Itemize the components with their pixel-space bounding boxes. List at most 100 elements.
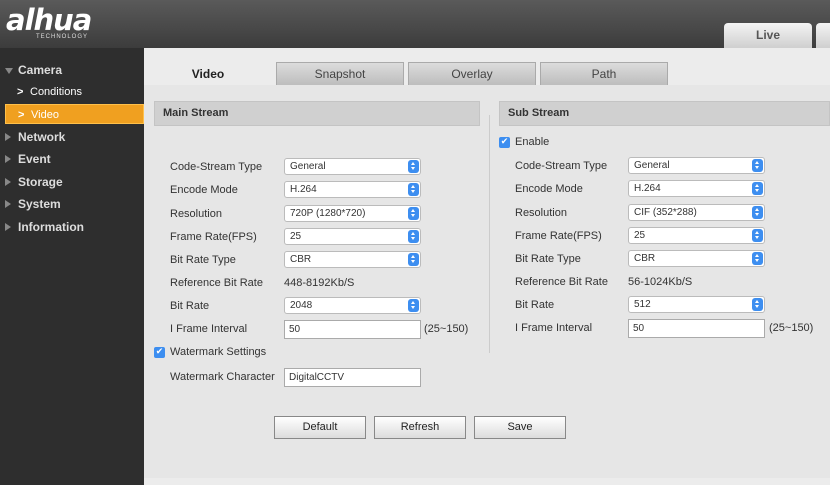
sidebar-item-label: Network bbox=[18, 130, 66, 144]
tab-video[interactable]: Video bbox=[144, 62, 272, 86]
sub-stream-title: Sub Stream bbox=[499, 101, 830, 126]
chevron-right-icon: > bbox=[17, 86, 24, 98]
main-code-stream-row: Code-Stream Type General bbox=[170, 158, 470, 178]
main-frame-rate-row: Frame Rate(FPS) 25 bbox=[170, 228, 470, 248]
sidebar-item-event[interactable]: Event bbox=[0, 152, 144, 168]
sidebar-item-conditions[interactable]: > Conditions bbox=[5, 82, 144, 102]
sub-frame-rate-select[interactable]: 25 bbox=[628, 227, 765, 244]
main-encode-mode-select[interactable]: H.264 bbox=[284, 181, 421, 198]
default-button[interactable]: Default bbox=[274, 416, 366, 439]
sub-reference-bit-rate-value: 56-1024Kb/S bbox=[628, 276, 693, 288]
field-label: Encode Mode bbox=[170, 184, 238, 196]
sub-bit-rate-row: Bit Rate 512 bbox=[515, 296, 815, 316]
caret-right-icon bbox=[5, 200, 11, 208]
sub-enable-checkbox[interactable]: ✔ bbox=[499, 137, 510, 148]
select-value: General bbox=[634, 160, 670, 171]
select-spinner-icon bbox=[408, 160, 419, 173]
sidebar-item-video[interactable]: > Video bbox=[5, 104, 144, 124]
main-bit-rate-type-row: Bit Rate Type CBR bbox=[170, 251, 470, 271]
main-reference-bit-rate-row: Reference Bit Rate 448-8192Kb/S bbox=[170, 274, 470, 294]
watermark-settings-label: Watermark Settings bbox=[170, 346, 267, 358]
sidebar-item-label: Storage bbox=[18, 175, 63, 189]
select-value: CBR bbox=[634, 253, 656, 264]
sub-iframe-row: I Frame Interval 50 (25~150) bbox=[515, 319, 825, 339]
main-reference-bit-rate-value: 448-8192Kb/S bbox=[284, 277, 355, 289]
tab-snapshot[interactable]: Snapshot bbox=[276, 62, 404, 85]
select-value: H.264 bbox=[634, 183, 661, 194]
main-frame-rate-select[interactable]: 25 bbox=[284, 228, 421, 245]
field-label: I Frame Interval bbox=[515, 322, 593, 334]
field-label: Bit Rate Type bbox=[515, 253, 581, 265]
refresh-button[interactable]: Refresh bbox=[374, 416, 466, 439]
main-stream-title: Main Stream bbox=[154, 101, 480, 126]
select-spinner-icon bbox=[752, 252, 763, 265]
sidebar-item-information[interactable]: Information bbox=[0, 220, 144, 236]
caret-down-icon bbox=[5, 68, 13, 74]
select-value: General bbox=[290, 161, 326, 172]
sub-iframe-range: (25~150) bbox=[769, 322, 814, 334]
main-iframe-input[interactable]: 50 bbox=[284, 320, 421, 339]
main-bit-rate-select[interactable]: 2048 bbox=[284, 297, 421, 314]
stream-divider bbox=[489, 115, 490, 353]
watermark-character-input[interactable]: DigitalCCTV bbox=[284, 368, 421, 387]
logo-subtitle: TECHNOLOGY bbox=[36, 34, 89, 40]
main-code-stream-type-select[interactable]: General bbox=[284, 158, 421, 175]
field-label: Frame Rate(FPS) bbox=[515, 230, 602, 242]
select-spinner-icon bbox=[752, 159, 763, 172]
caret-right-icon bbox=[5, 133, 11, 141]
field-label: Bit Rate bbox=[515, 299, 555, 311]
field-label: Frame Rate(FPS) bbox=[170, 231, 257, 243]
field-label: Reference Bit Rate bbox=[170, 277, 263, 289]
main-resolution-select[interactable]: 720P (1280*720) bbox=[284, 205, 421, 222]
sidebar-item-label: Conditions bbox=[30, 86, 82, 98]
live-tab[interactable]: Live bbox=[724, 23, 812, 48]
sub-enable-row: ✔ Enable bbox=[499, 134, 619, 154]
select-spinner-icon bbox=[752, 229, 763, 242]
logo-wordmark: alhua bbox=[6, 3, 92, 37]
sidebar-item-system[interactable]: System bbox=[0, 197, 144, 213]
main-resolution-row: Resolution 720P (1280*720) bbox=[170, 205, 470, 225]
select-value: 720P (1280*720) bbox=[290, 208, 366, 219]
field-label: Watermark Character bbox=[170, 371, 275, 383]
sub-encode-mode-row: Encode Mode H.264 bbox=[515, 180, 815, 200]
sidebar-item-storage[interactable]: Storage bbox=[0, 175, 144, 191]
sub-iframe-input[interactable]: 50 bbox=[628, 319, 765, 338]
select-spinner-icon bbox=[752, 298, 763, 311]
select-spinner-icon bbox=[408, 230, 419, 243]
tab-path[interactable]: Path bbox=[540, 62, 668, 85]
caret-right-icon bbox=[5, 178, 11, 186]
sub-resolution-select[interactable]: CIF (352*288) bbox=[628, 204, 765, 221]
next-header-tab[interactable] bbox=[816, 23, 830, 48]
select-value: 25 bbox=[290, 231, 302, 242]
select-spinner-icon bbox=[408, 183, 419, 196]
caret-right-icon bbox=[5, 155, 11, 163]
sub-encode-mode-select[interactable]: H.264 bbox=[628, 180, 765, 197]
sidebar-item-label: System bbox=[18, 197, 61, 211]
main-iframe-range: (25~150) bbox=[424, 323, 469, 335]
main-stream-panel: Main Stream Code-Stream Type General Enc… bbox=[154, 101, 480, 401]
main-bit-rate-type-select[interactable]: CBR bbox=[284, 251, 421, 268]
save-button[interactable]: Save bbox=[474, 416, 566, 439]
sidebar-item-camera[interactable]: Camera bbox=[0, 63, 144, 79]
sub-bit-rate-type-select[interactable]: CBR bbox=[628, 250, 765, 267]
sub-code-stream-type-select[interactable]: General bbox=[628, 157, 765, 174]
select-value: CBR bbox=[290, 254, 312, 265]
watermark-settings-checkbox[interactable]: ✔ bbox=[154, 347, 165, 358]
field-label: Bit Rate Type bbox=[170, 254, 236, 266]
sub-bit-rate-select[interactable]: 512 bbox=[628, 296, 765, 313]
main-watermark-character-row: Watermark Character DigitalCCTV bbox=[170, 368, 470, 388]
main-area: Video Snapshot Overlay Path Main Stream … bbox=[144, 48, 830, 485]
select-value: 2048 bbox=[290, 300, 313, 311]
chevron-right-icon: > bbox=[18, 109, 25, 121]
select-value: 512 bbox=[634, 299, 651, 310]
tab-overlay[interactable]: Overlay bbox=[408, 62, 536, 85]
select-value: CIF (352*288) bbox=[634, 207, 697, 218]
sidebar-item-label: Video bbox=[31, 109, 59, 121]
sidebar-item-label: Camera bbox=[18, 63, 63, 77]
main-bit-rate-row: Bit Rate 2048 bbox=[170, 297, 470, 317]
sub-enable-label: Enable bbox=[515, 136, 550, 148]
sidebar-item-network[interactable]: Network bbox=[0, 130, 144, 146]
select-spinner-icon bbox=[408, 253, 419, 266]
top-header: alhua TECHNOLOGY Live bbox=[0, 0, 830, 48]
dahua-logo: alhua TECHNOLOGY bbox=[6, 3, 92, 40]
